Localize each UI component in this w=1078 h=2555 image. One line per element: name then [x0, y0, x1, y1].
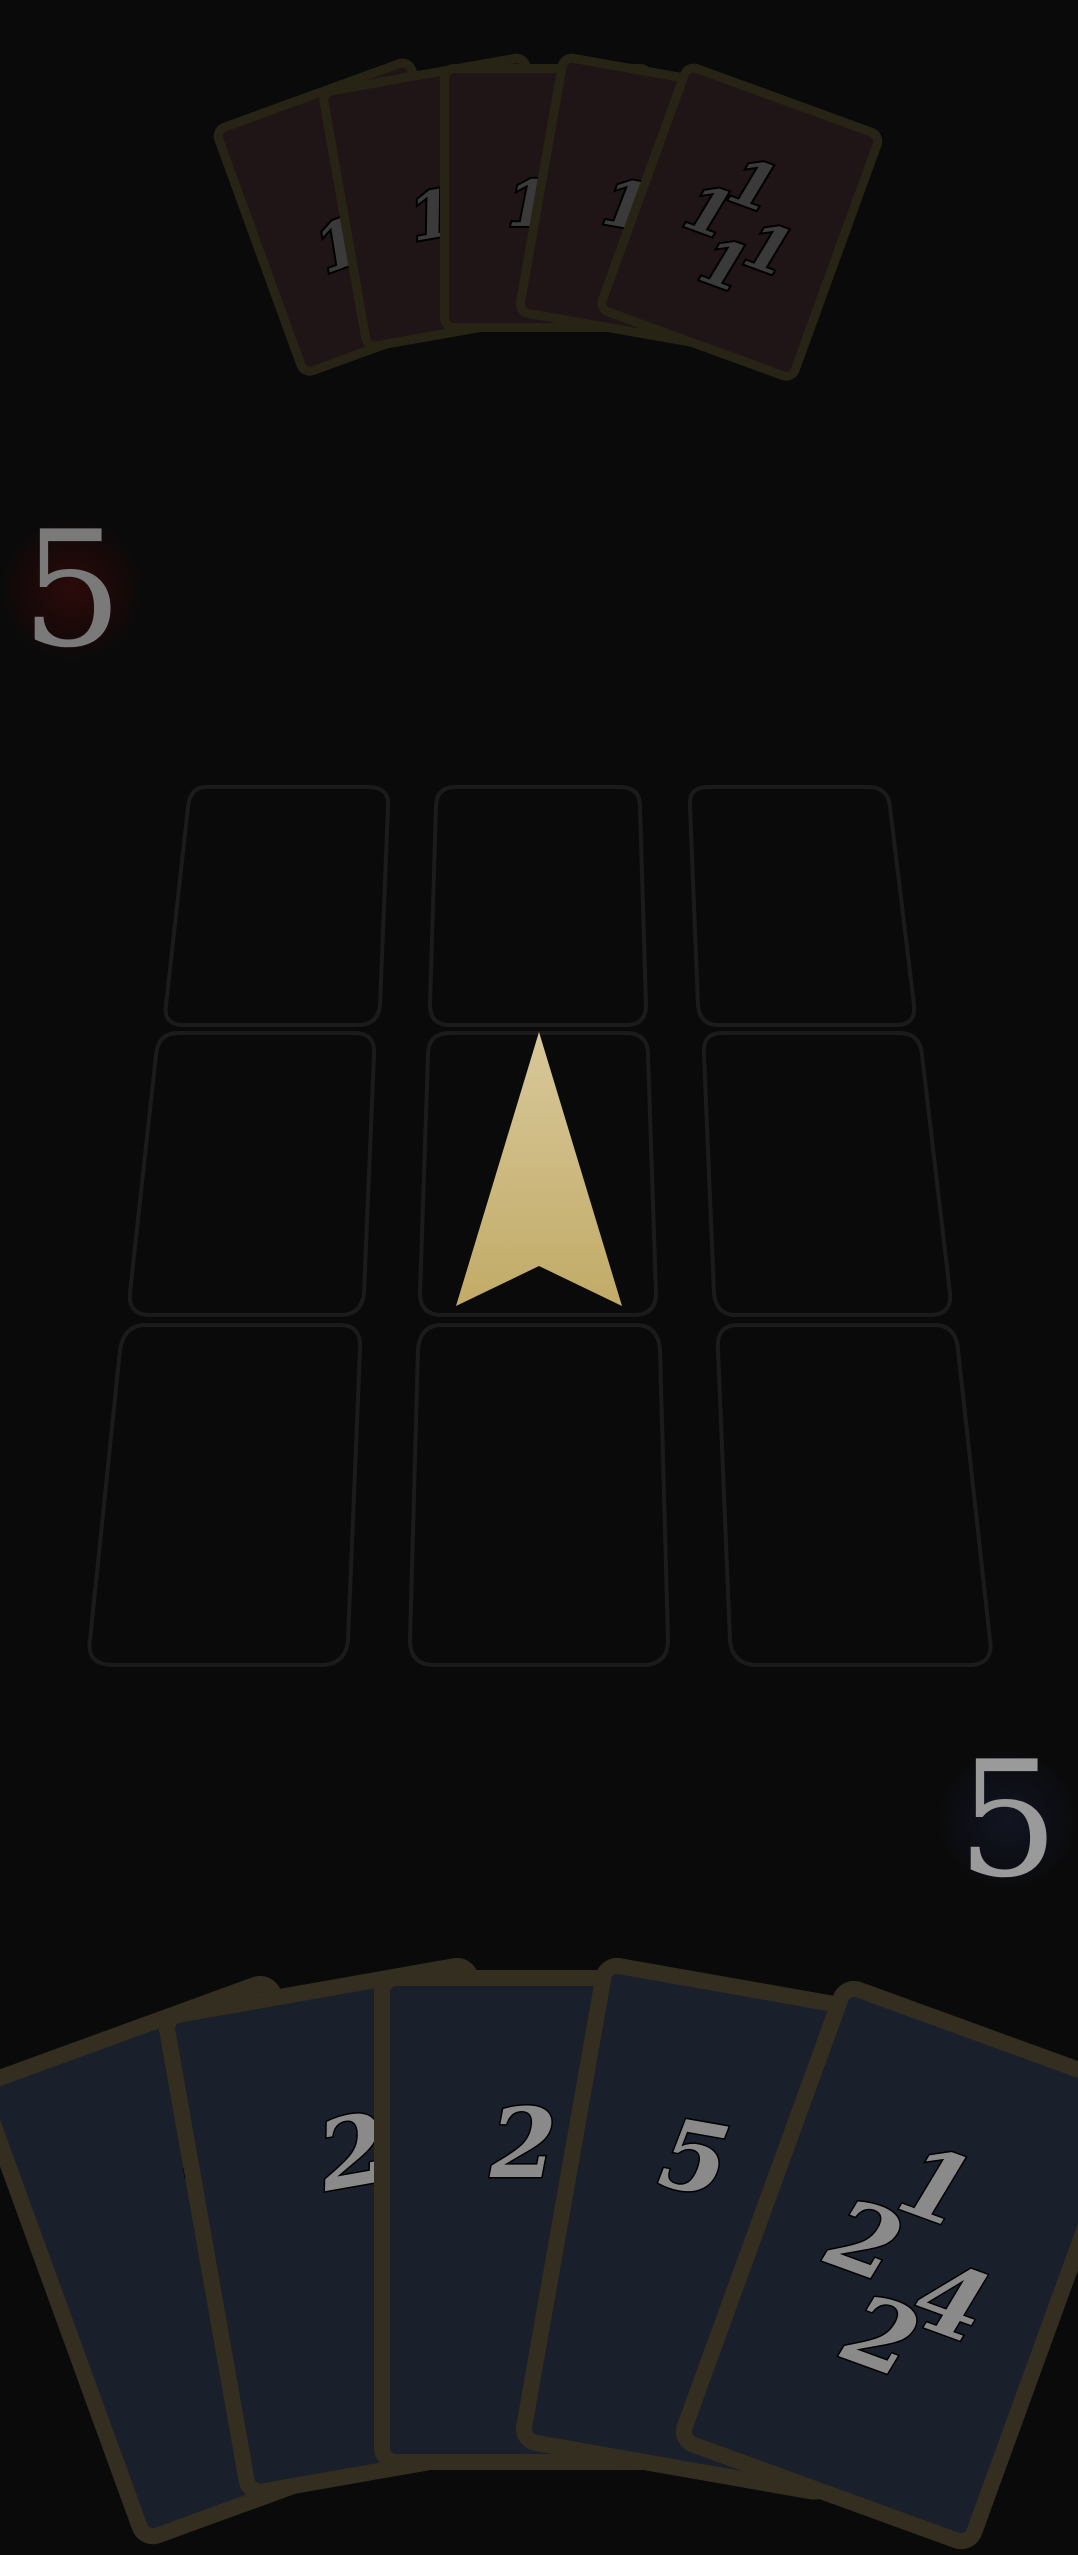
- board-slot-r1c2[interactable]: [428, 785, 648, 1027]
- board-slot-r1c1[interactable]: [163, 785, 391, 1027]
- board-slot-r3c1[interactable]: [87, 1323, 363, 1667]
- board-slot-r3c2[interactable]: [408, 1323, 670, 1667]
- card-value: 2: [489, 2087, 559, 2200]
- board-slot-r1c3[interactable]: [687, 785, 917, 1027]
- board-slot-r2c1[interactable]: [127, 1031, 377, 1317]
- turn-arrow-icon: [456, 1032, 622, 1306]
- board-slot-r2c3[interactable]: [701, 1031, 953, 1317]
- card-value: 5: [651, 2095, 739, 2221]
- card-value-left: 2: [813, 2174, 917, 2306]
- board-slot-r3c3[interactable]: [715, 1323, 993, 1667]
- opponent-score: 5: [2, 510, 142, 670]
- player-score: 5: [938, 1740, 1078, 1900]
